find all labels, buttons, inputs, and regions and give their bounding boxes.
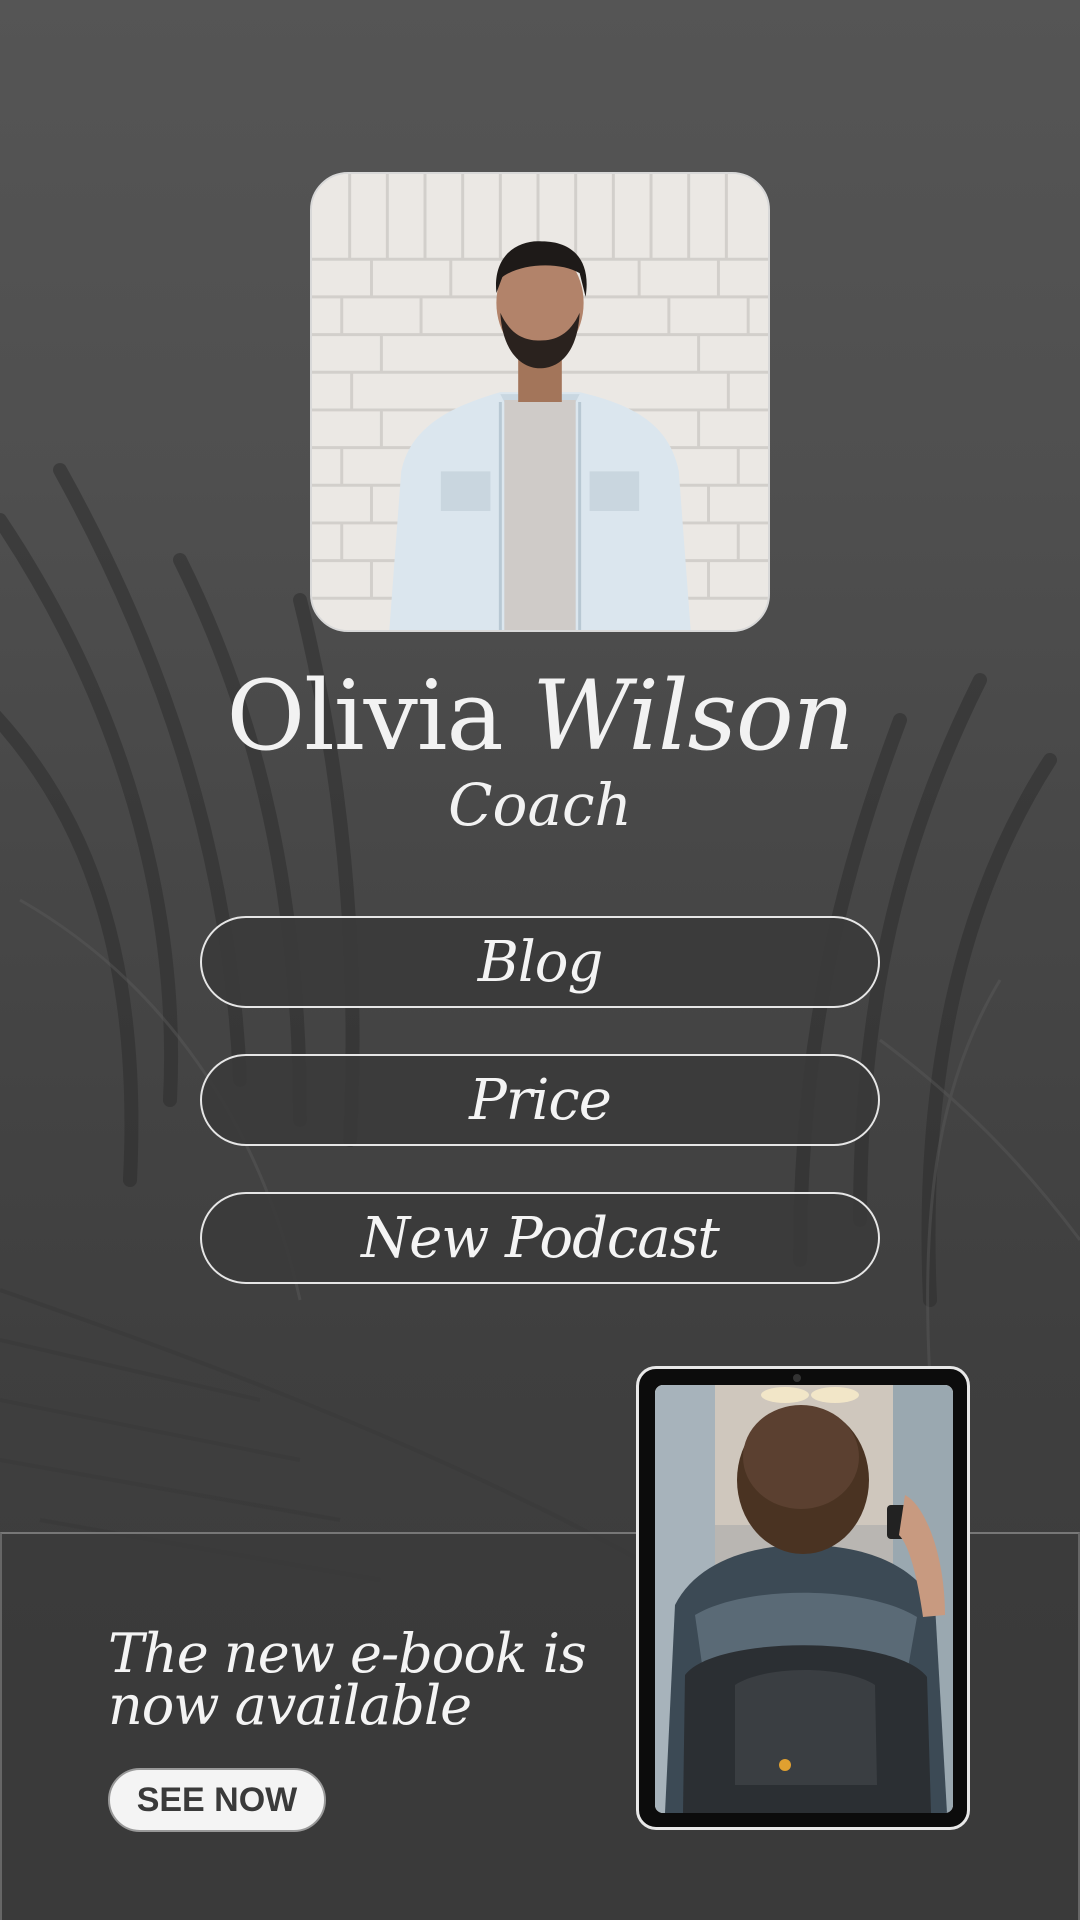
blog-button[interactable]: Blog xyxy=(200,916,880,1008)
profile-role: Coach xyxy=(448,771,632,839)
new-podcast-button-label: New Podcast xyxy=(361,1205,720,1271)
promo-headline-line2: now available xyxy=(108,1674,472,1737)
see-now-button[interactable]: SEE NOW xyxy=(108,1768,326,1832)
profile-photo xyxy=(310,172,770,632)
blog-button-label: Blog xyxy=(477,929,604,995)
tablet-mockup xyxy=(636,1366,970,1830)
new-podcast-button[interactable]: New Podcast xyxy=(200,1192,880,1284)
profile-name: Olivia Wilson xyxy=(0,656,1080,776)
see-now-label: SEE NOW xyxy=(136,1780,298,1819)
last-name: Wilson xyxy=(532,660,854,772)
first-name: Olivia xyxy=(226,660,503,772)
price-button-label: Price xyxy=(469,1067,612,1133)
tablet-screen-image xyxy=(655,1385,953,1813)
tablet-camera-icon xyxy=(793,1374,801,1382)
price-button[interactable]: Price xyxy=(200,1054,880,1146)
ebook-promo-headline: The new e-book is now available xyxy=(108,1622,628,1737)
promo-headline-line1: The new e-book is xyxy=(108,1622,587,1685)
